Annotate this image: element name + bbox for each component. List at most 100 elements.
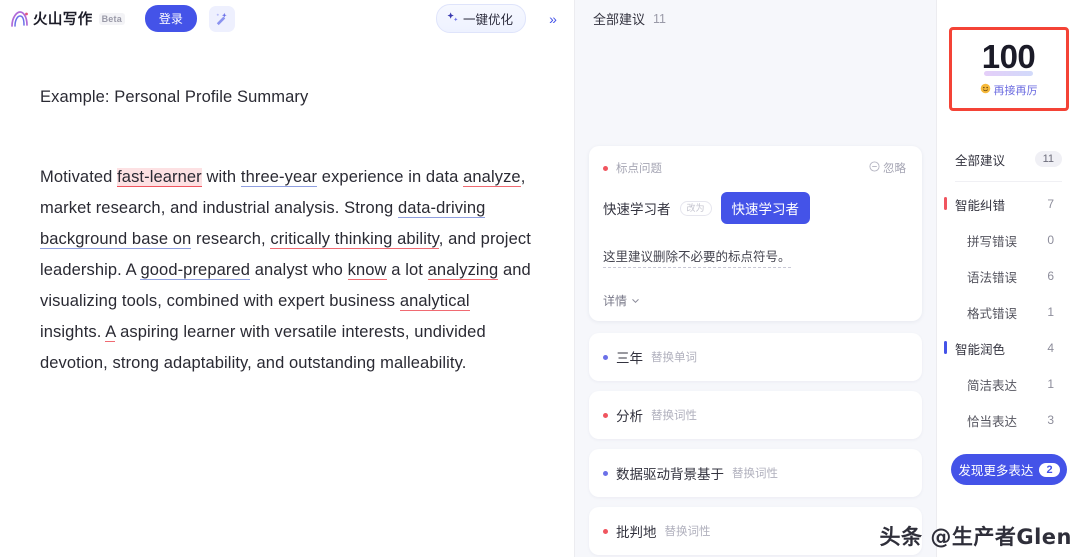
severity-dot-icon (603, 412, 608, 418)
app-root: 火山写作 Beta 登录 一键优化 » Example: Personal Pr… (0, 0, 1080, 557)
suggestion-item-kind: 替换单词 (651, 352, 697, 364)
suggestion-item-kind: 替换词性 (651, 410, 697, 422)
sidebar-item-简洁表达[interactable]: 简洁表达 1 (937, 366, 1080, 402)
sidebar-item-label: 语法错误 (967, 270, 1018, 285)
discover-more-badge: 2 (1039, 462, 1060, 477)
sidebar-item-count: 1 (1047, 305, 1054, 319)
sidebar-item-恰当表达[interactable]: 恰当表达 3 (937, 402, 1080, 438)
sidebar-group-智能纠错[interactable]: 智能纠错 7 (937, 186, 1080, 222)
sidebar-item-label: 格式错误 (967, 306, 1018, 321)
card-header: 标点问题 忽略 (603, 160, 906, 176)
severity-dot-icon (603, 354, 608, 360)
replacement-row: 快速学习者 改为 快速学习者 (603, 192, 906, 224)
score-caption-row: 再接再厉 (980, 82, 1038, 98)
score-caption: 再接再厉 (993, 85, 1038, 97)
document-title: Example: Personal Profile Summary (40, 88, 309, 106)
sidebar-item-count: 6 (1047, 269, 1054, 283)
brand-name: 火山写作 (33, 12, 93, 28)
suggestion-list-item[interactable]: 批判地 替换词性 (589, 507, 922, 555)
card-detail-toggle[interactable]: 详情 (603, 292, 906, 309)
sidebar-groups: 智能纠错 7 拼写错误 0 语法错误 6 格式错误 1 智能润色 4 简洁表达 1 恰当表达 3 (937, 186, 1080, 438)
suggestion-item-text: 批判地 (616, 525, 657, 540)
login-button[interactable]: 登录 (144, 5, 197, 32)
optimize-label: 一键优化 (462, 13, 513, 27)
card-explanation: 这里建议删除不必要的标点符号。 (603, 246, 791, 268)
suggestion-item-text: 三年 (616, 351, 643, 366)
suggestion-list-item[interactable]: 三年 替换单词 (589, 333, 922, 381)
apply-replacement-button[interactable]: 快速学习者 (720, 192, 811, 224)
sparkle-icon (446, 11, 459, 27)
sidebar-item-all[interactable]: 全部建议 11 (937, 141, 1080, 177)
suggestions-title: 全部建议 (593, 12, 646, 27)
sidebar-item-拼写错误[interactable]: 拼写错误 0 (937, 222, 1080, 258)
suggestions-count: 11 (653, 11, 666, 26)
one-click-optimize-button[interactable]: 一键优化 (435, 4, 526, 33)
suggestions-pane: 全部建议 11 标点问题 忽略 快速学习者 改为 快速学习者 这里建议删除不必要… (575, 0, 937, 557)
suggestion-item-kind: 替换词性 (664, 526, 711, 538)
card-tag: 标点问题 (616, 163, 662, 175)
document-text: insights. (40, 322, 106, 341)
document-marked-text[interactable]: good-prepared (140, 260, 251, 280)
sidebar-item-count: 0 (1047, 233, 1054, 247)
document-text: Motivated (40, 167, 118, 186)
volcano-logo-icon (8, 9, 30, 29)
watermark: 头条 @生产者Glen (879, 525, 1072, 549)
severity-dot-icon (603, 165, 608, 171)
sidebar-group-count: 4 (1047, 341, 1054, 355)
sidebar-group-count: 7 (1047, 197, 1054, 211)
editor-pane: 火山写作 Beta 登录 一键优化 » Example: Personal Pr… (0, 0, 575, 557)
document-marked-text[interactable]: analyzing (427, 260, 499, 280)
suggestion-list-item[interactable]: 分析 替换词性 (589, 391, 922, 439)
sidebar-item-label: 恰当表达 (967, 414, 1018, 429)
sidebar-group-label: 智能润色 (955, 342, 1006, 357)
sidebar-count-all: 11 (1034, 151, 1062, 167)
suggestion-item-text: 分析 (616, 409, 643, 424)
document-paragraph: Motivated fast-learner with three-year e… (40, 162, 532, 379)
ignore-button[interactable]: 忽略 (869, 160, 906, 176)
discover-more-button[interactable]: 发现更多表达 2 (951, 454, 1067, 485)
suggestions-scroll[interactable]: 标点问题 忽略 快速学习者 改为 快速学习者 这里建议删除不必要的标点符号。 详… (575, 37, 936, 557)
suggestion-item-kind: 替换词性 (732, 468, 778, 480)
brand: 火山写作 Beta (8, 8, 125, 29)
original-text: 快速学习者 (603, 202, 671, 217)
sidebar-group-智能润色[interactable]: 智能润色 4 (937, 330, 1080, 366)
beta-badge: Beta (98, 12, 125, 25)
document-marked-text[interactable]: A (105, 322, 116, 342)
document-text: a lot (386, 260, 428, 279)
sidebar-divider (955, 181, 1062, 182)
document-marked-text[interactable]: know (347, 260, 387, 280)
sidebar-item-label: 简洁表达 (967, 378, 1018, 393)
sidebar-item-语法错误[interactable]: 语法错误 6 (937, 258, 1080, 294)
chevron-down-icon (631, 294, 640, 308)
score-sidebar: 100 再接再厉 全部建议 11 智能纠错 7 拼写错误 0 语法错误 6 格式… (937, 0, 1080, 557)
document-marked-text[interactable]: critically thinking ability (270, 229, 439, 249)
group-marker-icon (944, 197, 947, 210)
minus-circle-icon (869, 161, 880, 175)
severity-dot-icon (603, 528, 608, 534)
sidebar-group-label: 智能纠错 (955, 198, 1006, 213)
document-text: research, (191, 229, 271, 248)
editor-toolbar: 火山写作 Beta 登录 一键优化 » (0, 0, 574, 37)
sidebar-item-格式错误[interactable]: 格式错误 1 (937, 294, 1080, 330)
detail-label: 详情 (603, 294, 628, 308)
suggestion-card[interactable]: 标点问题 忽略 快速学习者 改为 快速学习者 这里建议删除不必要的标点符号。 详… (589, 146, 922, 321)
ignore-label: 忽略 (883, 163, 906, 175)
smile-emoji-icon (980, 83, 991, 97)
document-marked-text[interactable]: three-year (240, 167, 318, 187)
suggestions-header: 全部建议 11 (575, 0, 936, 37)
collapse-panel-button[interactable]: » (542, 8, 564, 30)
document-marked-text[interactable]: fast-learner (117, 167, 202, 187)
document-text: experience in data (317, 167, 464, 186)
arrow-icon: 改为 (679, 200, 712, 216)
suggestion-list: 三年 替换单词 分析 替换词性 数据驱动背景基于 替换词性 批判地 替换词性 (589, 333, 922, 555)
document-body[interactable]: Example: Personal Profile Summary Motiva… (0, 37, 574, 379)
severity-dot-icon (603, 470, 608, 476)
suggestion-list-item[interactable]: 数据驱动背景基于 替换词性 (589, 449, 922, 497)
document-text: with (201, 167, 241, 186)
score-value: 100 (981, 38, 1036, 76)
document-marked-text[interactable]: analyze (463, 167, 521, 187)
sidebar-item-label: 拼写错误 (967, 234, 1018, 249)
magic-wand-icon[interactable] (208, 5, 235, 32)
sidebar-item-count: 3 (1047, 413, 1054, 427)
document-marked-text[interactable]: analytical (399, 291, 470, 311)
